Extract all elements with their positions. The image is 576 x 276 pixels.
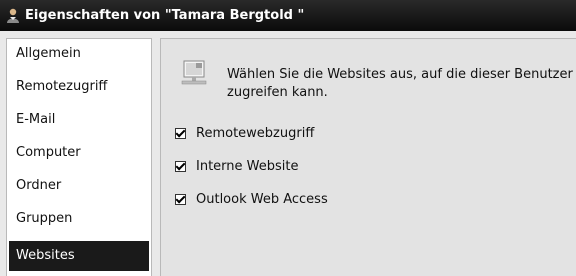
checkbox-remotewebzugriff[interactable] — [175, 128, 186, 139]
option-outlook-web-access[interactable]: Outlook Web Access — [175, 192, 328, 207]
checkbox-interne-website[interactable] — [175, 161, 186, 172]
checkbox-outlook-web-access[interactable] — [175, 194, 186, 205]
label-remotewebzugriff: Remotewebzugriff — [196, 126, 315, 141]
window-title: Eigenschaften von "Tamara Bergtold " — [25, 8, 305, 23]
label-outlook-web-access: Outlook Web Access — [196, 192, 328, 207]
description-text: Wählen Sie die Websites aus, auf die die… — [227, 67, 573, 100]
sidebar-item-gruppen[interactable]: Gruppen — [7, 204, 151, 237]
option-remotewebzugriff[interactable]: Remotewebzugriff — [175, 126, 314, 141]
sidebar-item-email[interactable]: E-Mail — [7, 105, 151, 138]
sidebar-item-allgemein[interactable]: Allgemein — [7, 39, 151, 72]
sidebar-nav: Allgemein Remotezugriff E-Mail Computer … — [6, 38, 152, 276]
sidebar-item-websites[interactable]: Websites — [9, 241, 149, 271]
sidebar-item-ordner[interactable]: Ordner — [7, 171, 151, 204]
sidebar-item-remotezugriff[interactable]: Remotezugriff — [7, 72, 151, 105]
websites-panel: Wählen Sie die Websites aus, auf die die… — [160, 38, 576, 276]
website-computer-icon — [181, 60, 207, 85]
option-interne-website[interactable]: Interne Website — [175, 159, 298, 174]
user-properties-icon — [7, 8, 19, 23]
sidebar-item-computer[interactable]: Computer — [7, 138, 151, 171]
label-interne-website: Interne Website — [196, 159, 299, 174]
title-bar[interactable]: Eigenschaften von "Tamara Bergtold " — [0, 0, 576, 31]
dialog-body: Allgemein Remotezugriff E-Mail Computer … — [0, 31, 576, 276]
